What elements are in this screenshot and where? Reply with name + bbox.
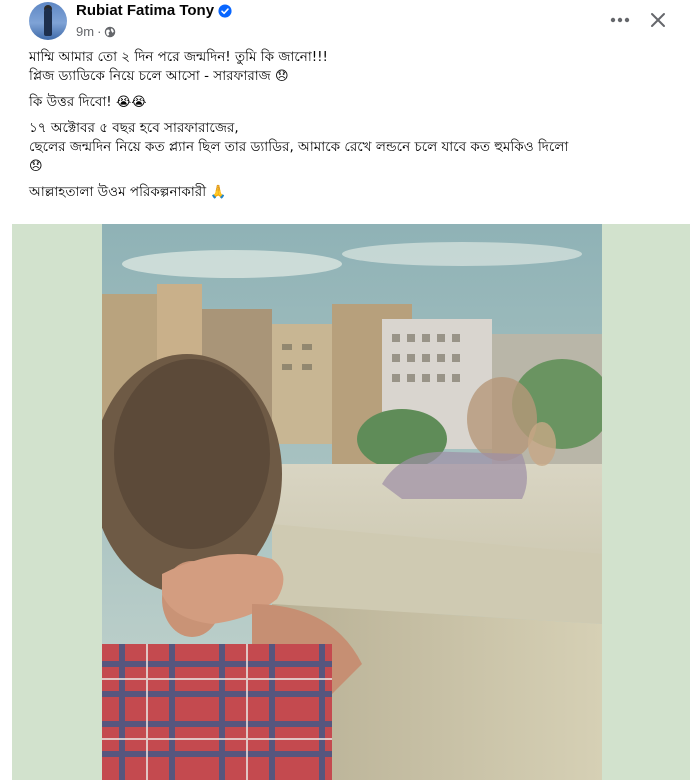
avatar-figure-body — [44, 8, 52, 36]
facebook-post: Rubiat Fatima Tony 9m · মাম্মি আমার তো ২… — [0, 0, 690, 780]
line-text: মাম্মি আমার তো ২ দিন পরে জন্মদিন! তুমি ক… — [29, 49, 328, 65]
sad-face-emoji-icon: 😞 — [29, 159, 43, 174]
more-horizontal-icon — [610, 17, 630, 23]
text-line: আল্লাহতালা উওম পরিকল্পনাকারী 🙏 — [29, 183, 679, 202]
folded-hands-emoji-icon: 🙏 — [210, 185, 227, 200]
text-line: ১৭ অক্টোবর ৫ বছর হবে সারফারাজের, — [29, 119, 679, 138]
verified-badge-icon — [218, 3, 232, 18]
post-header: Rubiat Fatima Tony 9m · — [0, 0, 690, 44]
line-text: ১৭ অক্টোবর ৫ বছর হবে সারফারাজের, — [29, 120, 239, 136]
sad-face-emoji-icon: 😞 — [275, 69, 289, 84]
meta-separator: · — [97, 24, 102, 39]
post-meta: 9m · — [76, 24, 116, 39]
close-button[interactable] — [642, 4, 674, 36]
close-icon — [651, 13, 665, 27]
author-row: Rubiat Fatima Tony — [76, 2, 232, 19]
photo-child-at-window[interactable] — [102, 224, 602, 780]
post-media[interactable] — [12, 224, 690, 780]
author-avatar[interactable] — [29, 2, 67, 40]
text-line: মাম্মি আমার তো ২ দিন পরে জন্মদিন! তুমি ক… — [29, 48, 679, 67]
line-text: আল্লাহতালা উওম পরিকল্পনাকারী — [29, 184, 211, 200]
more-options-button[interactable] — [604, 6, 636, 34]
text-line: প্লিজ ড্যাডিকে নিয়ে চলে আসো - সারফারাজ … — [29, 67, 679, 86]
line-text: ছেলের জন্মদিন নিয়ে কত প্ল্যান ছিল তার ড… — [29, 139, 569, 155]
line-text: কি উত্তর দিবো! — [29, 94, 116, 110]
text-line: 😞 — [29, 157, 679, 176]
post-paragraph: ১৭ অক্টোবর ৫ বছর হবে সারফারাজের, ছেলের জ… — [29, 119, 679, 176]
globe-icon[interactable] — [104, 26, 116, 38]
line-text: প্লিজ ড্যাডিকে নিয়ে চলে আসো - সারফারাজ — [29, 68, 276, 84]
post-paragraph: কি উত্তর দিবো! 😭😭 — [29, 93, 679, 112]
crying-face-emoji-icon: 😭😭 — [116, 95, 147, 110]
post-timestamp[interactable]: 9m — [76, 24, 94, 39]
text-line: কি উত্তর দিবো! 😭😭 — [29, 93, 679, 112]
post-paragraph: মাম্মি আমার তো ২ দিন পরে জন্মদিন! তুমি ক… — [29, 48, 679, 86]
text-line: ছেলের জন্মদিন নিয়ে কত প্ল্যান ছিল তার ড… — [29, 138, 679, 157]
author-name[interactable]: Rubiat Fatima Tony — [76, 2, 214, 19]
post-text: মাম্মি আমার তো ২ দিন পরে জন্মদিন! তুমি ক… — [29, 48, 679, 209]
post-paragraph: আল্লাহতালা উওম পরিকল্পনাকারী 🙏 — [29, 183, 679, 202]
